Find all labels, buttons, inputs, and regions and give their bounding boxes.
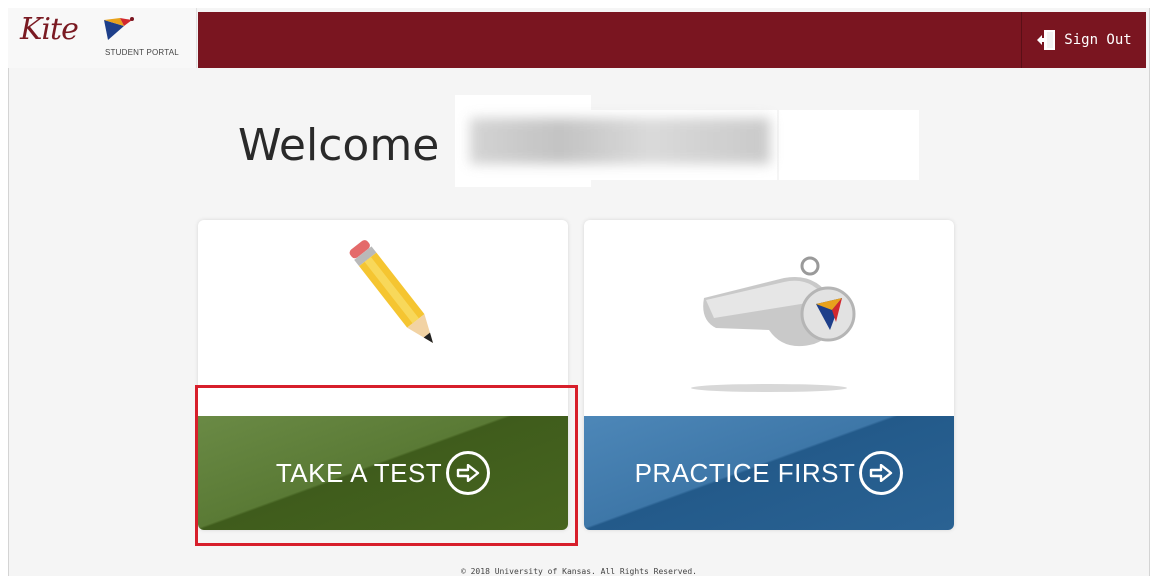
- take-test-label: TAKE A TEST: [275, 457, 443, 488]
- practice-first-button[interactable]: PRACTICE FIRST: [584, 416, 954, 530]
- kite-logo-icon: [104, 17, 134, 40]
- take-test-card[interactable]: TAKE A TEST: [198, 220, 568, 530]
- logo-subtitle: STUDENT PORTAL: [105, 48, 179, 57]
- door-exit-icon: [1037, 30, 1056, 50]
- practice-first-card[interactable]: PRACTICE FIRST: [584, 220, 954, 530]
- redaction-patch: [779, 110, 919, 180]
- arrow-right-icon: [859, 451, 904, 495]
- pencil-icon: [349, 240, 434, 343]
- whistle-icon: [691, 256, 856, 392]
- take-test-button[interactable]: TAKE A TEST: [198, 416, 568, 530]
- header: Kite STUDENT PORTAL Sign Out: [8, 8, 1148, 68]
- logo[interactable]: Kite STUDENT PORTAL: [8, 8, 197, 68]
- sign-out-button[interactable]: Sign Out: [1021, 12, 1146, 68]
- sign-out-label: Sign Out: [1064, 32, 1132, 48]
- header-bar: Sign Out: [198, 12, 1146, 68]
- welcome-heading: Welcome: [238, 120, 440, 171]
- page-frame: [8, 8, 1150, 576]
- blurred-student-name: [470, 118, 770, 164]
- logo-word: Kite: [20, 12, 79, 47]
- practice-first-label: PRACTICE FIRST: [634, 457, 856, 488]
- arrow-right-icon: [446, 451, 491, 495]
- copyright-footer: © 2018 University of Kansas. All Rights …: [460, 567, 697, 576]
